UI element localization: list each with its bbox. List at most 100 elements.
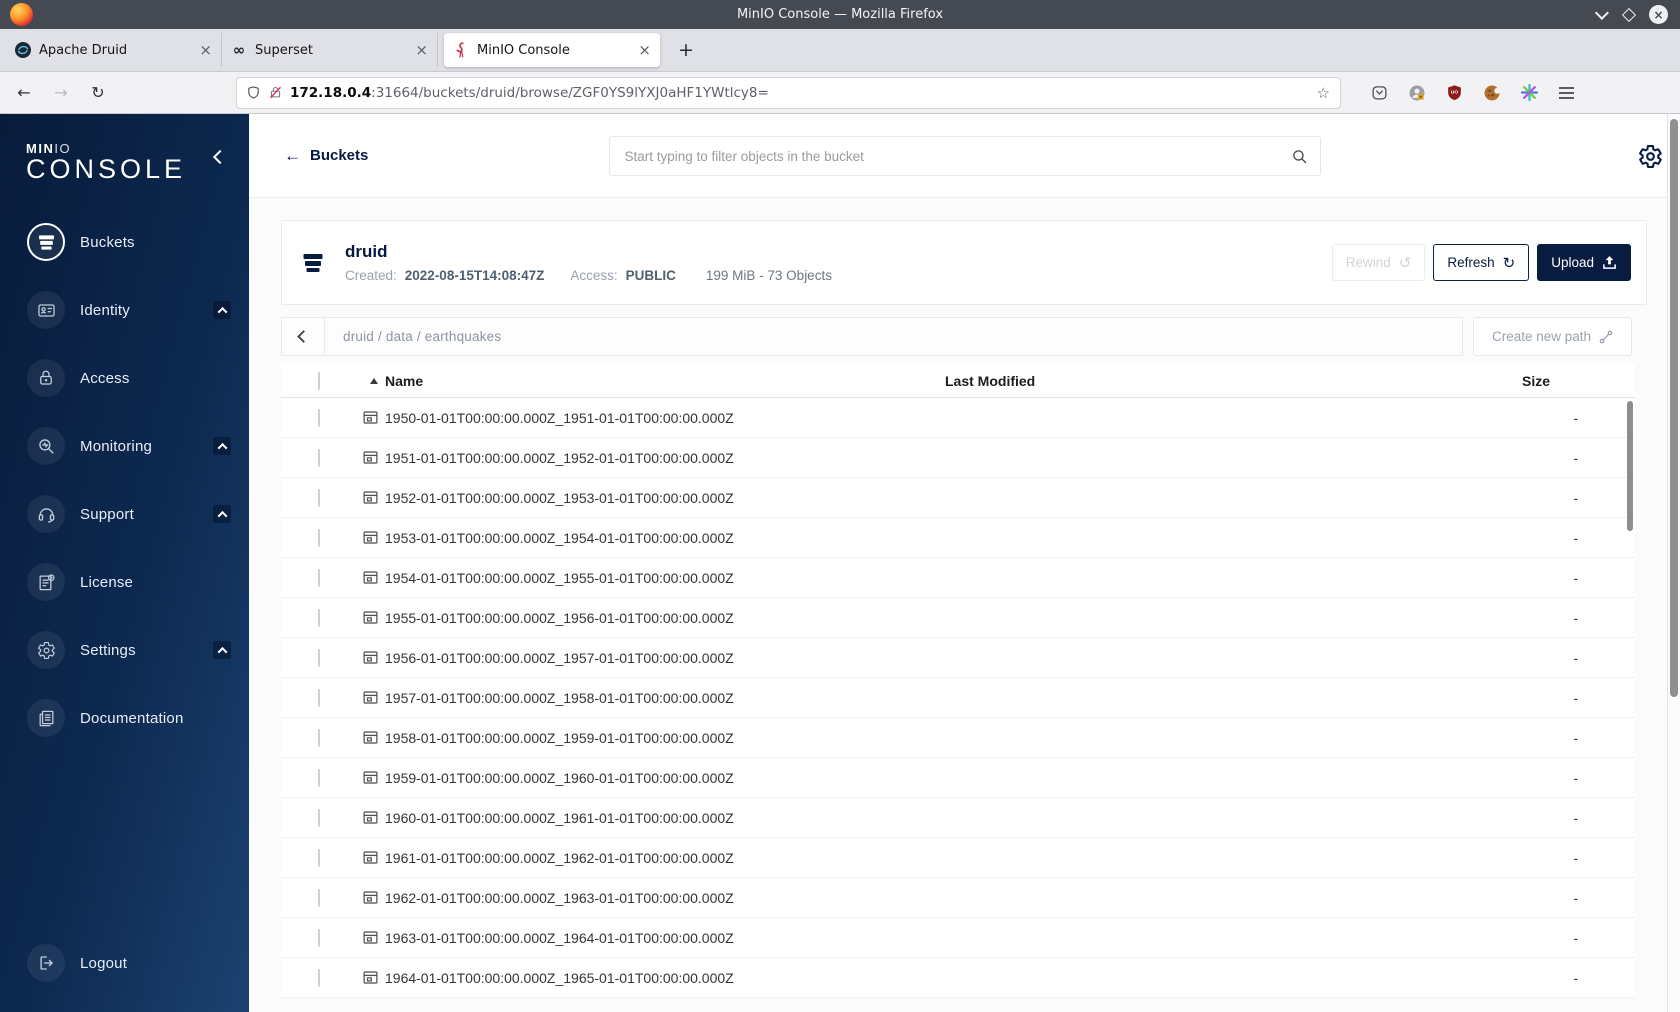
object-name[interactable]: 1950-01-01T00:00:00.000Z_1951-01-01T00:0… (385, 410, 734, 426)
documentation-icon (27, 699, 65, 737)
table-row[interactable]: 1960-01-01T00:00:00.000Z_1961-01-01T00:0… (281, 798, 1635, 838)
sidebar-item-settings[interactable]: Settings (27, 626, 231, 674)
table-row[interactable]: 1962-01-01T00:00:00.000Z_1963-01-01T00:0… (281, 878, 1635, 918)
row-checkbox[interactable] (318, 688, 320, 707)
sidebar-item-access[interactable]: Access (27, 354, 231, 402)
ublock-icon[interactable]: UO (1446, 84, 1463, 101)
chevron-up-icon[interactable] (213, 437, 231, 455)
object-name[interactable]: 1952-01-01T00:00:00.000Z_1953-01-01T00:0… (385, 490, 734, 506)
tab-close-icon[interactable]: × (415, 42, 428, 58)
sidebar-item-license[interactable]: License (27, 558, 231, 606)
row-checkbox[interactable] (318, 488, 320, 507)
row-checkbox[interactable] (318, 768, 320, 787)
window-maximize-icon[interactable] (1621, 7, 1637, 22)
object-name[interactable]: 1954-01-01T00:00:00.000Z_1955-01-01T00:0… (385, 570, 734, 586)
chevron-up-icon[interactable] (213, 505, 231, 523)
row-checkbox[interactable] (318, 728, 320, 747)
row-checkbox[interactable] (318, 448, 320, 467)
row-checkbox[interactable] (318, 928, 320, 947)
table-row[interactable]: 1953-01-01T00:00:00.000Z_1954-01-01T00:0… (281, 518, 1635, 558)
svg-text:UO: UO (1451, 90, 1459, 96)
table-row[interactable]: 1963-01-01T00:00:00.000Z_1964-01-01T00:0… (281, 918, 1635, 958)
table-row[interactable]: 1954-01-01T00:00:00.000Z_1955-01-01T00:0… (281, 558, 1635, 598)
object-name[interactable]: 1959-01-01T00:00:00.000Z_1960-01-01T00:0… (385, 770, 734, 786)
table-row[interactable]: 1950-01-01T00:00:00.000Z_1951-01-01T00:0… (281, 398, 1635, 438)
page-scrollbar-thumb[interactable] (1670, 119, 1678, 697)
object-name[interactable]: 1956-01-01T00:00:00.000Z_1957-01-01T00:0… (385, 650, 734, 666)
object-name[interactable]: 1958-01-01T00:00:00.000Z_1959-01-01T00:0… (385, 730, 734, 746)
row-checkbox[interactable] (318, 408, 320, 427)
row-checkbox[interactable] (318, 848, 320, 867)
object-name[interactable]: 1964-01-01T00:00:00.000Z_1965-01-01T00:0… (385, 970, 734, 986)
object-name[interactable]: 1953-01-01T00:00:00.000Z_1954-01-01T00:0… (385, 530, 734, 546)
chevron-up-icon[interactable] (213, 641, 231, 659)
settings-gear-icon[interactable] (1638, 144, 1663, 169)
tab-close-icon[interactable]: × (638, 42, 651, 58)
column-header-size[interactable]: Size (1487, 373, 1635, 389)
page-scrollbar[interactable] (1667, 114, 1680, 1012)
create-new-path-button[interactable]: Create new path (1473, 317, 1632, 356)
tab-title: Superset (255, 42, 313, 58)
filter-objects-search[interactable] (608, 136, 1321, 176)
chevron-up-icon[interactable] (213, 301, 231, 319)
table-row[interactable]: 1957-01-01T00:00:00.000Z_1958-01-01T00:0… (281, 678, 1635, 718)
account-extension-icon[interactable] (1408, 84, 1426, 102)
refresh-button[interactable]: Refresh ↻ (1433, 244, 1530, 281)
table-row[interactable]: 1959-01-01T00:00:00.000Z_1960-01-01T00:0… (281, 758, 1635, 798)
row-checkbox[interactable] (318, 608, 320, 627)
object-name[interactable]: 1960-01-01T00:00:00.000Z_1961-01-01T00:0… (385, 810, 734, 826)
insecure-lock-icon[interactable] (268, 85, 283, 100)
row-checkbox[interactable] (318, 568, 320, 587)
sidebar-item-identity[interactable]: Identity (27, 286, 231, 334)
select-all-checkbox[interactable] (318, 371, 320, 390)
sidebar-item-monitoring[interactable]: Monitoring (27, 422, 231, 470)
sidebar-item-documentation[interactable]: Documentation (27, 694, 231, 742)
upload-button[interactable]: Upload (1537, 244, 1631, 281)
new-tab-button[interactable]: + (678, 39, 694, 61)
row-checkbox[interactable] (318, 808, 320, 827)
object-name[interactable]: 1951-01-01T00:00:00.000Z_1952-01-01T00:0… (385, 450, 734, 466)
row-checkbox[interactable] (318, 968, 320, 987)
rewind-button[interactable]: Rewind ↺ (1331, 244, 1426, 281)
url-bar[interactable]: 172.18.0.4:31664/buckets/druid/browse/ZG… (236, 76, 1341, 109)
object-name[interactable]: 1962-01-01T00:00:00.000Z_1963-01-01T00:0… (385, 890, 734, 906)
table-row[interactable]: 1958-01-01T00:00:00.000Z_1959-01-01T00:0… (281, 718, 1635, 758)
row-checkbox[interactable] (318, 528, 320, 547)
sidebar-item-support[interactable]: Support (27, 490, 231, 538)
search-input[interactable] (624, 148, 1291, 164)
pocket-icon[interactable] (1371, 84, 1388, 101)
table-row[interactable]: 1956-01-01T00:00:00.000Z_1957-01-01T00:0… (281, 638, 1635, 678)
window-close-icon[interactable]: × (1649, 5, 1668, 24)
sidebar-item-buckets[interactable]: Buckets (27, 218, 231, 266)
row-checkbox[interactable] (318, 648, 320, 667)
table-row[interactable]: 1951-01-01T00:00:00.000Z_1952-01-01T00:0… (281, 438, 1635, 478)
path-back-button[interactable] (282, 318, 325, 355)
column-header-last-modified[interactable]: Last Modified (945, 373, 1487, 389)
bookmark-star-icon[interactable]: ☆ (1317, 84, 1330, 102)
tab-minio-console[interactable]: MinIO Console × (444, 33, 660, 67)
table-row[interactable]: 1964-01-01T00:00:00.000Z_1965-01-01T00:0… (281, 958, 1635, 998)
tab-apache-druid[interactable]: Apache Druid × (6, 33, 222, 67)
table-row[interactable]: 1952-01-01T00:00:00.000Z_1953-01-01T00:0… (281, 478, 1635, 518)
cookie-icon[interactable] (1483, 84, 1501, 102)
sidebar-item-logout[interactable]: Logout (27, 939, 231, 987)
tab-superset[interactable]: ∞ Superset × (222, 33, 438, 67)
column-header-name[interactable]: Name (362, 373, 945, 389)
hamburger-menu-icon[interactable] (1558, 86, 1575, 100)
forward-button[interactable]: → (51, 83, 71, 102)
back-to-buckets-link[interactable]: ← Buckets (284, 146, 368, 166)
table-scrollbar-thumb[interactable] (1627, 401, 1633, 531)
object-name[interactable]: 1957-01-01T00:00:00.000Z_1958-01-01T00:0… (385, 690, 734, 706)
object-name[interactable]: 1961-01-01T00:00:00.000Z_1962-01-01T00:0… (385, 850, 734, 866)
row-checkbox[interactable] (318, 888, 320, 907)
object-name[interactable]: 1963-01-01T00:00:00.000Z_1964-01-01T00:0… (385, 930, 734, 946)
breadcrumb[interactable]: druid / data / earthquakes (325, 329, 501, 344)
object-name[interactable]: 1955-01-01T00:00:00.000Z_1956-01-01T00:0… (385, 610, 734, 626)
table-row[interactable]: 1955-01-01T00:00:00.000Z_1956-01-01T00:0… (281, 598, 1635, 638)
table-row[interactable]: 1961-01-01T00:00:00.000Z_1962-01-01T00:0… (281, 838, 1635, 878)
shield-permissions-icon[interactable] (246, 85, 261, 100)
back-button[interactable]: ← (14, 83, 34, 102)
reload-button[interactable]: ↻ (88, 83, 108, 102)
multi-account-asterisk-icon[interactable] (1521, 84, 1538, 101)
tab-close-icon[interactable]: × (199, 42, 212, 58)
